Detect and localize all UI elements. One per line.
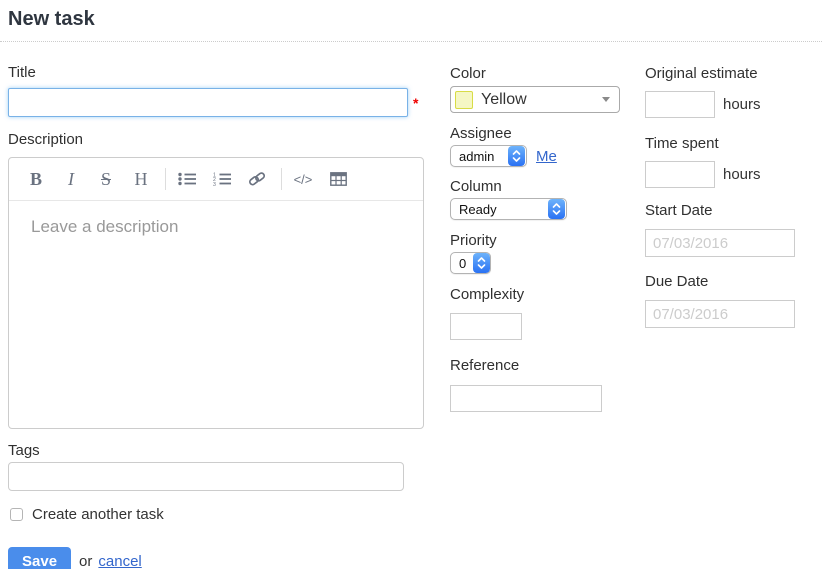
assignee-row: admin Me [450, 145, 630, 167]
select-stepper-icon [508, 146, 525, 166]
or-text: or [79, 553, 92, 569]
strikethrough-icon[interactable]: S [95, 167, 117, 191]
page-header: New task [0, 0, 822, 42]
priority-label: Priority [450, 232, 630, 249]
description-textarea[interactable] [9, 201, 423, 428]
middle-column: Color Yellow Assignee admin Me Column Re… [450, 56, 630, 412]
toolbar-separator [165, 168, 166, 190]
hours-suffix: hours [723, 166, 761, 183]
right-column: Original estimate hours Time spent hours… [645, 56, 822, 328]
select-stepper-icon [473, 253, 490, 273]
left-column: Title * Description B I S H [8, 56, 424, 569]
create-another-label: Create another task [32, 506, 164, 523]
description-label: Description [8, 131, 424, 148]
column-label: Column [450, 178, 630, 195]
description-editor: B I S H 1 2 3 [8, 157, 424, 429]
link-icon[interactable] [246, 167, 268, 191]
new-task-page: New task Title * Description B I S H [0, 0, 822, 569]
create-another-row: Create another task [8, 506, 424, 523]
title-row: * [8, 88, 424, 117]
reference-label: Reference [450, 357, 630, 374]
assignee-select[interactable]: admin [450, 145, 527, 167]
complexity-input[interactable] [450, 313, 522, 340]
assignee-selected-value: admin [451, 149, 500, 164]
assign-to-me-link[interactable]: Me [536, 148, 557, 165]
start-date-input[interactable] [645, 229, 795, 257]
toolbar-separator [281, 168, 282, 190]
select-stepper-icon [548, 199, 565, 219]
italic-icon[interactable]: I [60, 167, 82, 191]
start-date-label: Start Date [645, 202, 822, 219]
time-spent-input[interactable] [645, 161, 715, 188]
title-input[interactable] [8, 88, 408, 117]
due-date-label: Due Date [645, 273, 822, 290]
original-estimate-row: hours [645, 91, 822, 118]
tags-input[interactable] [8, 462, 404, 491]
form-actions: Save or cancel [8, 547, 424, 569]
color-select[interactable]: Yellow [450, 86, 620, 113]
tags-label: Tags [8, 442, 424, 459]
ordered-list-icon[interactable]: 1 2 3 [211, 167, 233, 191]
hours-suffix: hours [723, 96, 761, 113]
assignee-label: Assignee [450, 125, 630, 142]
bullet-list-icon[interactable] [176, 167, 198, 191]
create-another-checkbox[interactable] [10, 508, 23, 521]
column-select[interactable]: Ready [450, 198, 567, 220]
complexity-label: Complexity [450, 286, 630, 303]
required-marker: * [413, 95, 418, 111]
due-date-input[interactable] [645, 300, 795, 328]
original-estimate-label: Original estimate [645, 65, 822, 82]
bold-icon[interactable]: B [25, 167, 47, 191]
table-icon[interactable] [327, 167, 349, 191]
svg-text:3: 3 [213, 182, 216, 186]
priority-selected-value: 0 [451, 256, 472, 271]
page-title: New task [8, 8, 822, 31]
editor-toolbar: B I S H 1 2 3 [9, 158, 423, 201]
original-estimate-input[interactable] [645, 91, 715, 118]
code-icon[interactable]: </> [292, 167, 314, 191]
title-label: Title [8, 64, 424, 81]
color-label: Color [450, 65, 630, 82]
heading-icon[interactable]: H [130, 167, 152, 191]
color-swatch-yellow [455, 91, 473, 109]
reference-input[interactable] [450, 385, 602, 412]
column-selected-value: Ready [451, 202, 503, 217]
chevron-down-icon [602, 97, 610, 102]
cancel-link[interactable]: cancel [98, 553, 141, 569]
time-spent-row: hours [645, 161, 822, 188]
color-selected-value: Yellow [481, 91, 602, 109]
save-button[interactable]: Save [8, 547, 71, 569]
time-spent-label: Time spent [645, 135, 822, 152]
priority-select[interactable]: 0 [450, 252, 491, 274]
